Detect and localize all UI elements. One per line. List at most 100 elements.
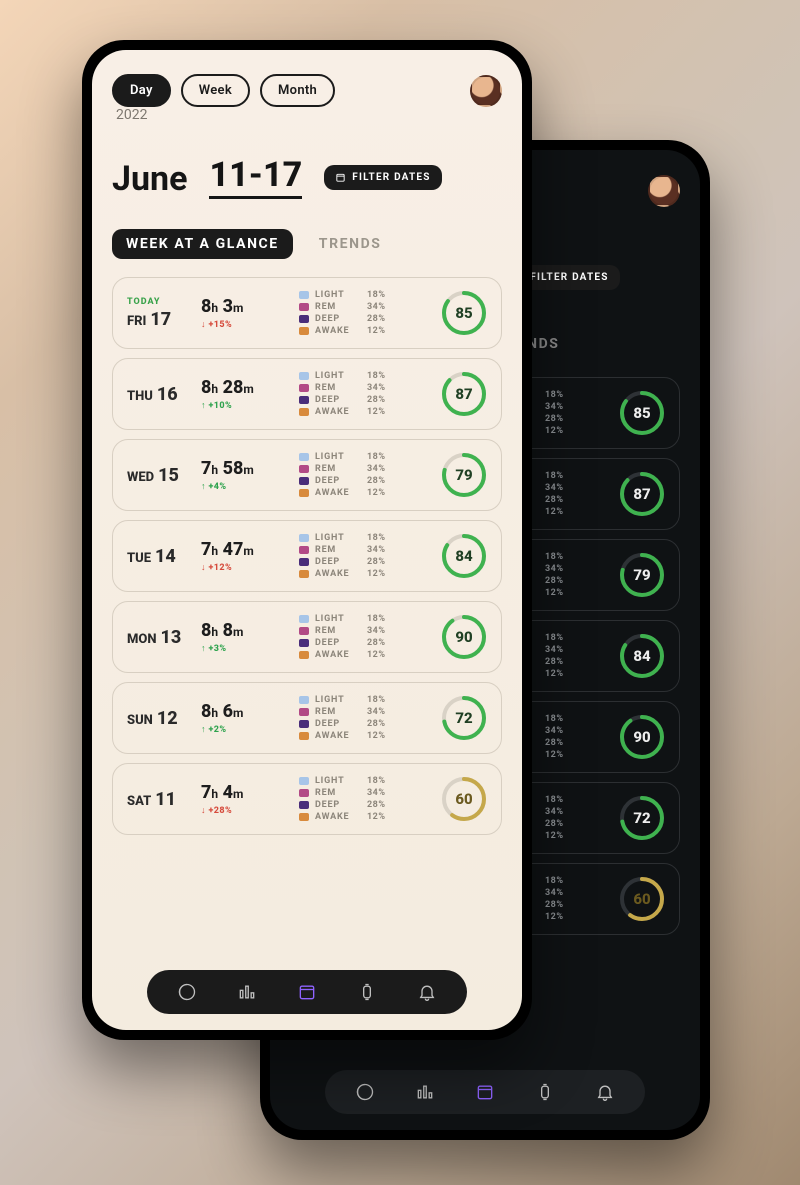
score-value: 85: [441, 290, 487, 336]
stage-label-deep: DEEP: [315, 719, 361, 729]
stage-value-deep: 28%: [545, 495, 573, 505]
year-label: 2022: [116, 107, 502, 123]
avatar[interactable]: [470, 75, 502, 107]
stage-label-deep: DEEP: [315, 800, 361, 810]
stage-value-light: 18%: [545, 552, 573, 562]
stage-value-light: 18%: [545, 633, 573, 643]
day-column: SAT 11: [127, 789, 191, 810]
day-card[interactable]: SAT 11 7h 4m ↓ +28% LIGHT18% REM34% DEEP…: [112, 763, 502, 835]
stage-label-awake: AWAKE: [315, 326, 361, 336]
stage-value-light: 18%: [545, 714, 573, 724]
nav-device-icon[interactable]: [535, 1082, 555, 1102]
stage-value-awake: 12%: [367, 569, 395, 579]
score-value: 84: [619, 633, 665, 679]
sleep-stages: LIGHT18% REM34% DEEP28% AWAKE12%: [299, 290, 423, 336]
date-range[interactable]: 11-17: [209, 155, 302, 199]
day-column: THU 16: [127, 384, 191, 405]
sleep-duration: 7h 58m: [201, 458, 289, 479]
stage-value-rem: 34%: [545, 888, 573, 898]
day-card[interactable]: THU 16 8h 28m ↑ +10% LIGHT18% REM34% DEE…: [112, 358, 502, 430]
swatch-light: [299, 291, 309, 299]
day-number: 15: [158, 465, 179, 486]
filter-dates-button[interactable]: FILTER DATES: [324, 165, 441, 190]
nav-sleep-icon[interactable]: [355, 1082, 375, 1102]
stage-value-awake: 12%: [545, 750, 573, 760]
stage-value-awake: 12%: [545, 831, 573, 841]
day-card[interactable]: SUN 12 8h 6m ↑ +2% LIGHT18% REM34% DEEP2…: [112, 682, 502, 754]
swatch-deep: [299, 720, 309, 728]
day-of-week: THU: [127, 389, 153, 404]
day-of-week: MON: [127, 632, 157, 647]
stage-value-light: 18%: [367, 614, 395, 624]
day-number: 11: [155, 789, 176, 810]
nav-calendar-icon[interactable]: [297, 982, 317, 1002]
nav-bell-icon[interactable]: [417, 982, 437, 1002]
stage-value-rem: 34%: [545, 726, 573, 736]
nav-stats-icon[interactable]: [237, 982, 257, 1002]
tab-trends[interactable]: TRENDS: [319, 236, 382, 252]
swatch-deep: [299, 477, 309, 485]
stage-value-light: 18%: [545, 795, 573, 805]
delta-badge: ↓ +15%: [201, 319, 289, 330]
stage-label-rem: REM: [315, 545, 361, 555]
sleep-stages: LIGHT18% REM34% DEEP28% AWAKE12%: [299, 695, 423, 741]
nav-device-icon[interactable]: [357, 982, 377, 1002]
seg-month[interactable]: Month: [260, 74, 335, 107]
stage-label-awake: AWAKE: [315, 650, 361, 660]
tab-week-glance[interactable]: WEEK AT A GLANCE: [112, 229, 293, 259]
seg-day[interactable]: Day: [112, 74, 171, 107]
duration-column: 7h 47m ↓ +12%: [201, 539, 289, 573]
stage-value-deep: 28%: [545, 414, 573, 424]
stage-value-light: 18%: [367, 776, 395, 786]
sleep-stages: LIGHT18% REM34% DEEP28% AWAKE12%: [299, 776, 423, 822]
stage-label-deep: DEEP: [315, 395, 361, 405]
score-ring: 79: [619, 552, 665, 598]
title-block: 2022 June 11-17 FILTER DATES: [112, 107, 502, 199]
stage-value-light: 18%: [367, 695, 395, 705]
avatar[interactable]: [648, 175, 680, 207]
stage-value-deep: 28%: [545, 738, 573, 748]
stage-value-light: 18%: [367, 371, 395, 381]
stage-label-awake: AWAKE: [315, 812, 361, 822]
stage-label-rem: REM: [315, 302, 361, 312]
nav-sleep-icon[interactable]: [177, 982, 197, 1002]
stage-value-rem: 34%: [367, 464, 395, 474]
score-value: 72: [441, 695, 487, 741]
stage-value-deep: 28%: [367, 314, 395, 324]
stage-value-rem: 34%: [545, 564, 573, 574]
filter-label: FILTER DATES: [530, 272, 608, 283]
stage-value-awake: 12%: [545, 507, 573, 517]
score-ring: 87: [441, 371, 487, 417]
day-card[interactable]: TUE 14 7h 47m ↓ +12% LIGHT18% REM34% DEE…: [112, 520, 502, 592]
swatch-rem: [299, 384, 309, 392]
stage-value-awake: 12%: [545, 669, 573, 679]
day-card[interactable]: MON 13 8h 8m ↑ +3% LIGHT18% REM34% DEEP2…: [112, 601, 502, 673]
nav-bell-icon[interactable]: [595, 1082, 615, 1102]
stage-value-awake: 12%: [545, 588, 573, 598]
duration-column: 8h 3m ↓ +15%: [201, 296, 289, 330]
day-column: WED 15: [127, 465, 191, 486]
today-badge: TODAY: [127, 297, 191, 307]
nav-stats-icon[interactable]: [415, 1082, 435, 1102]
day-card[interactable]: WED 15 7h 58m ↑ +4% LIGHT18% REM34% DEEP…: [112, 439, 502, 511]
nav-calendar-icon[interactable]: [475, 1082, 495, 1102]
stage-label-deep: DEEP: [315, 557, 361, 567]
swatch-awake: [299, 570, 309, 578]
bottom-nav: [147, 970, 467, 1014]
day-card[interactable]: TODAY FRI 17 8h 3m ↓ +15% LIGHT18% REM34…: [112, 277, 502, 349]
stage-label-light: LIGHT: [315, 695, 361, 705]
stage-value-rem: 34%: [545, 645, 573, 655]
swatch-deep: [299, 639, 309, 647]
score-ring: 85: [619, 390, 665, 436]
sleep-stages: LIGHT18% REM34% DEEP28% AWAKE12%: [299, 452, 423, 498]
stage-label-awake: AWAKE: [315, 731, 361, 741]
seg-week[interactable]: Week: [181, 74, 250, 107]
score-value: 60: [441, 776, 487, 822]
day-number: 16: [157, 384, 178, 405]
swatch-deep: [299, 801, 309, 809]
stage-value-awake: 12%: [545, 912, 573, 922]
score-value: 87: [619, 471, 665, 517]
delta-badge: ↑ +3%: [201, 643, 289, 654]
phone-light: Day Week Month 2022 June 11-17 FILTER DA…: [82, 40, 532, 1040]
stage-value-rem: 34%: [367, 302, 395, 312]
